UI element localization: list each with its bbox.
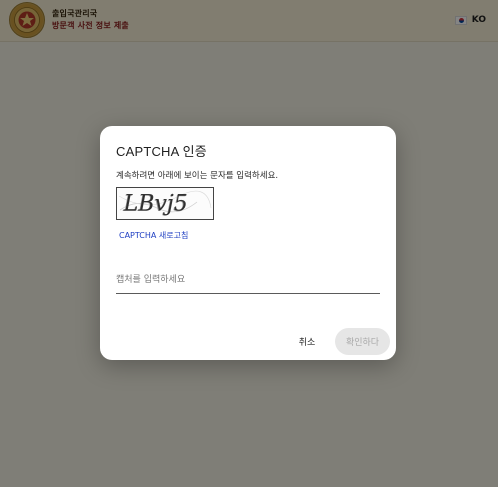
refresh-captcha-link[interactable]: CAPTCHA 새로고침 [119, 230, 188, 241]
confirm-button[interactable]: 확인하다 [335, 328, 390, 355]
svg-text:LBvj5: LBvj5 [123, 192, 188, 217]
dialog-title: CAPTCHA 인증 [116, 144, 207, 159]
captcha-input[interactable] [116, 270, 380, 290]
captcha-image: LBvj5 LBvj5 [116, 187, 214, 220]
dialog-description: 계속하려면 아래에 보이는 문자를 입력하세요. [116, 171, 279, 181]
captcha-dialog: CAPTCHA 인증 계속하려면 아래에 보이는 문자를 입력하세요. LBvj… [100, 126, 396, 360]
captcha-input-field [116, 267, 380, 294]
cancel-button[interactable]: 취소 [290, 330, 324, 352]
